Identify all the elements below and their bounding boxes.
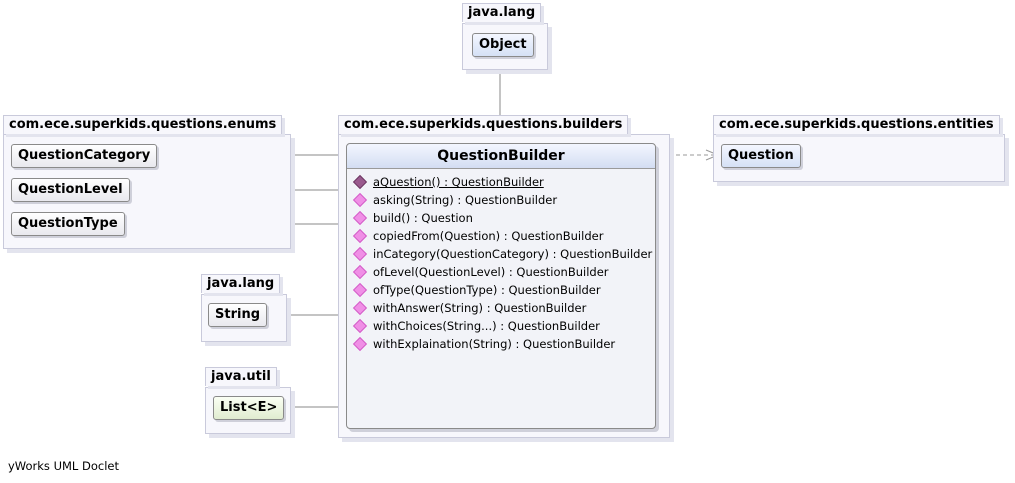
- method-item[interactable]: inCategory(QuestionCategory) : QuestionB…: [347, 245, 655, 263]
- class-question-type[interactable]: QuestionType: [11, 212, 125, 236]
- method-item[interactable]: copiedFrom(Question) : QuestionBuilder: [347, 227, 655, 245]
- method-item[interactable]: withChoices(String...) : QuestionBuilder: [347, 317, 655, 335]
- package-label: com.ece.superkids.questions.entities: [713, 115, 1000, 134]
- method-icon: [352, 246, 368, 262]
- class-question-builder[interactable]: QuestionBuilder aQuestion() : QuestionBu…: [346, 143, 656, 429]
- package-label: java.util: [205, 367, 277, 386]
- package-label: com.ece.superkids.questions.builders: [338, 115, 629, 134]
- method-item[interactable]: ofLevel(QuestionLevel) : QuestionBuilder: [347, 263, 655, 281]
- class-question-level[interactable]: QuestionLevel: [11, 178, 130, 202]
- package-label: com.ece.superkids.questions.enums: [3, 115, 283, 134]
- method-item[interactable]: build() : Question: [347, 209, 655, 227]
- class-question-category[interactable]: QuestionCategory: [11, 144, 158, 168]
- package-label: java.lang: [201, 274, 281, 293]
- method-item[interactable]: ofType(QuestionType) : QuestionBuilder: [347, 281, 655, 299]
- method-icon: [352, 264, 368, 280]
- class-string[interactable]: String: [208, 303, 268, 327]
- class-question[interactable]: Question: [721, 144, 801, 168]
- method-list: aQuestion() : QuestionBuilder asking(Str…: [347, 169, 655, 353]
- method-item[interactable]: aQuestion() : QuestionBuilder: [347, 173, 655, 191]
- method-icon: [352, 336, 368, 352]
- method-icon: [352, 192, 368, 208]
- class-object[interactable]: Object: [472, 33, 534, 57]
- package-label: java.lang: [462, 3, 542, 22]
- method-item[interactable]: asking(String) : QuestionBuilder: [347, 191, 655, 209]
- static-method-icon: [352, 174, 368, 190]
- method-item[interactable]: withExplaination(String) : QuestionBuild…: [347, 335, 655, 353]
- method-icon: [352, 318, 368, 334]
- footer-credit: yWorks UML Doclet: [8, 459, 119, 473]
- method-icon: [352, 282, 368, 298]
- class-name: QuestionBuilder: [347, 144, 655, 169]
- method-icon: [352, 300, 368, 316]
- method-item[interactable]: withAnswer(String) : QuestionBuilder: [347, 299, 655, 317]
- class-list[interactable]: List<E>: [213, 396, 285, 420]
- method-icon: [352, 228, 368, 244]
- method-icon: [352, 210, 368, 226]
